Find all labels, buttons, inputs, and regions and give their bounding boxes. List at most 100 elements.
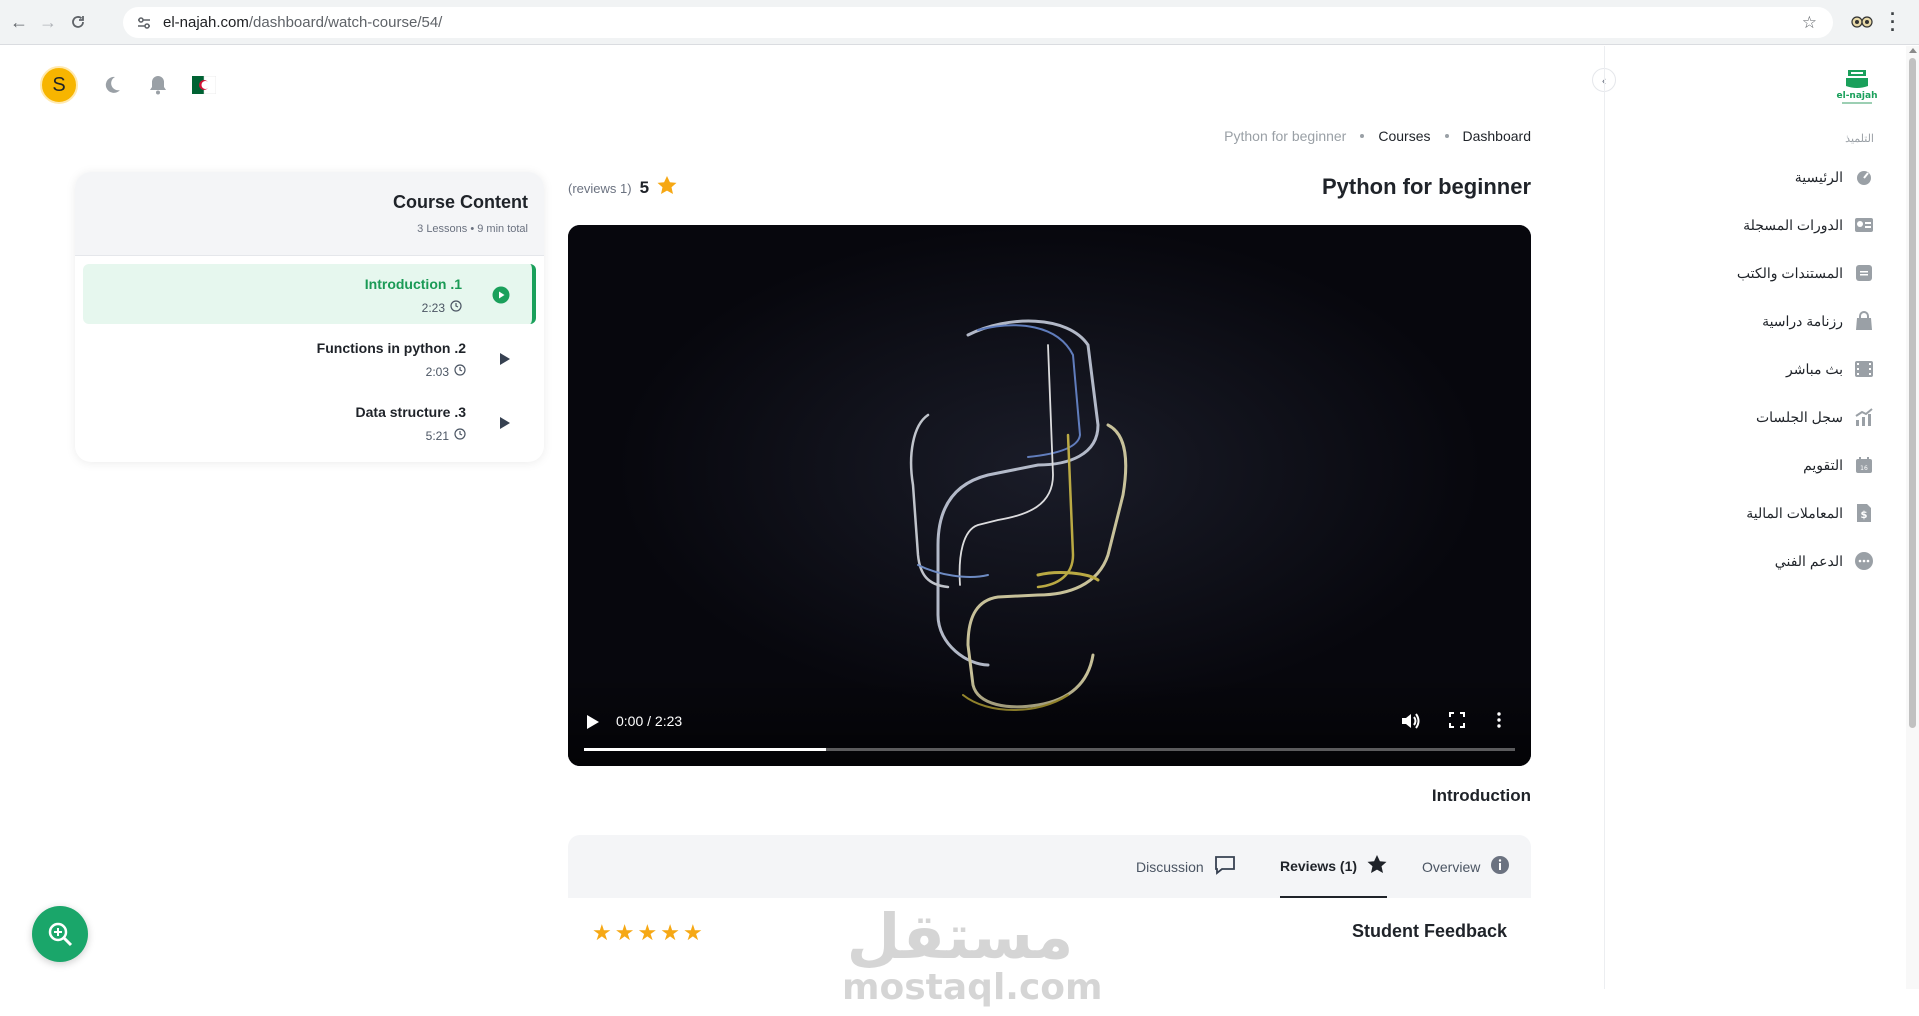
top-utility-bar: S xyxy=(40,66,216,104)
breadcrumb-courses-link[interactable]: Courses xyxy=(1378,128,1430,144)
course-tabs: Discussion Reviews (1) Overview xyxy=(568,835,1531,898)
play-icon[interactable] xyxy=(496,414,514,432)
accessibility-zoom-button[interactable] xyxy=(32,906,88,962)
svg-text:16: 16 xyxy=(1860,465,1868,472)
scroll-up-arrow-icon[interactable] xyxy=(1909,48,1917,53)
duration-text: 2:03 xyxy=(425,364,449,379)
current-lesson-title: Introduction xyxy=(1431,786,1531,805)
extension-icon[interactable] xyxy=(1850,12,1874,32)
sidebar-item-home[interactable]: الرئيسية xyxy=(1795,166,1875,188)
sidebar-item-documents[interactable]: المستندات والكتب xyxy=(1737,262,1875,284)
rating-star-icon xyxy=(657,176,677,200)
info-icon xyxy=(1490,855,1510,878)
video-buffered-fill xyxy=(584,748,827,751)
star-icon: ★ xyxy=(660,920,680,945)
course-header: (reviews 1) 5 Python for beginner xyxy=(568,174,1531,204)
duration-text: 5:21 xyxy=(425,428,449,443)
address-bar[interactable]: el-najah.com/dashboard/watch-course/54/ … xyxy=(123,7,1833,38)
course-content-panel: Course Content 3 Lessons • 9 min total I… xyxy=(75,172,544,462)
document-icon xyxy=(1853,262,1875,284)
algeria-flag-icon[interactable] xyxy=(192,73,216,97)
fullscreen-icon[interactable] xyxy=(1449,712,1465,733)
sidebar-item-transactions[interactable]: المعاملات المالية $ xyxy=(1746,502,1875,524)
reviews-panel: ★ ★ ★ ★ ★ Student Feedback xyxy=(568,898,1531,989)
sidebar-item-label: المستندات والكتب xyxy=(1736,264,1843,281)
play-circle-icon[interactable] xyxy=(492,286,510,304)
chat-icon xyxy=(1853,550,1875,572)
volume-icon[interactable] xyxy=(1401,712,1421,735)
lesson-duration: 5:21 xyxy=(426,428,466,443)
sidebar-item-label: سجل الجلسات xyxy=(1755,408,1843,425)
sidebar-item-label: الدورات المسجلة xyxy=(1743,216,1843,233)
lesson-title: Functions in python .2 xyxy=(316,340,466,356)
bag-icon xyxy=(1853,310,1875,332)
tab-reviews[interactable]: Reviews (1) xyxy=(1280,835,1388,898)
sidebar-item-label: الدعم الفني xyxy=(1774,552,1843,569)
sidebar-item-study-calendar[interactable]: رزنامة دراسية xyxy=(1762,310,1875,332)
breadcrumb: Python for beginner Courses Dashboard xyxy=(1224,128,1531,144)
lesson-item[interactable]: Data structure .3 5:21 xyxy=(83,392,536,452)
certificate-icon xyxy=(1853,214,1875,236)
notification-bell-icon[interactable] xyxy=(146,73,170,97)
rating-value: 5 xyxy=(639,178,650,197)
lesson-duration: 2:23 xyxy=(422,300,462,315)
star-icon: ★ xyxy=(614,920,635,945)
lesson-duration: 2:03 xyxy=(426,364,466,379)
tab-label: Overview xyxy=(1422,858,1481,875)
dark-mode-moon-icon[interactable] xyxy=(100,73,124,97)
el-najah-logo[interactable]: el-najah xyxy=(1832,64,1882,108)
sidebar-item-live-stream[interactable]: بث مباشر xyxy=(1786,358,1875,380)
svg-text:$: $ xyxy=(1861,510,1868,521)
lesson-item[interactable]: Introduction .1 2:23 xyxy=(83,264,536,324)
browser-menu-icon[interactable]: · · · xyxy=(1888,5,1898,39)
bookmark-star-icon[interactable]: ☆ xyxy=(1802,13,1817,33)
lesson-title: Introduction .1 xyxy=(364,276,462,292)
chart-icon xyxy=(1853,406,1875,428)
star-icon: ★ xyxy=(682,920,703,945)
course-title: Python for beginner xyxy=(1322,174,1531,199)
breadcrumb-current: Python for beginner xyxy=(1224,128,1347,144)
sidebar-item-enrolled-courses[interactable]: الدورات المسجلة xyxy=(1743,214,1875,236)
sidebar-item-label: رزنامة دراسية xyxy=(1762,312,1843,329)
video-play-icon[interactable] xyxy=(586,714,600,735)
play-icon[interactable] xyxy=(496,350,514,368)
student-feedback-title: Student Feedback xyxy=(1351,921,1507,941)
url-domain: el-najah.com xyxy=(163,14,249,31)
zoom-plus-icon xyxy=(48,922,73,947)
scrollbar-thumb[interactable] xyxy=(1909,58,1916,728)
dollar-icon: $ xyxy=(1853,502,1875,524)
calendar-icon: 16 xyxy=(1853,454,1875,476)
tab-label: Discussion xyxy=(1136,858,1204,875)
logo-brand-text: el-najah xyxy=(1837,91,1878,101)
course-rating: (reviews 1) 5 xyxy=(568,176,677,200)
sidebar-item-support[interactable]: الدعم الفني xyxy=(1775,550,1875,572)
lesson-item[interactable]: Functions in python .2 2:03 xyxy=(83,328,536,388)
star-icon: ★ xyxy=(592,920,612,945)
sidebar-item-calendar[interactable]: التقويم 16 xyxy=(1803,454,1875,476)
sidebar-item-label: الرئيسية xyxy=(1794,168,1843,185)
star-icon: ★ xyxy=(637,920,658,945)
video-player[interactable]: 0:00 / 2:23 xyxy=(568,225,1531,766)
clock-icon xyxy=(454,364,466,379)
breadcrumb-dashboard-link[interactable]: Dashboard xyxy=(1463,128,1532,144)
reviews-count: (reviews 1) xyxy=(568,180,632,196)
sidebar-item-label: المعاملات المالية xyxy=(1746,504,1843,521)
film-icon xyxy=(1853,358,1875,380)
comment-icon xyxy=(1214,855,1236,878)
page-scrollbar[interactable] xyxy=(1906,46,1919,989)
feedback-stars: ★ ★ ★ ★ ★ xyxy=(592,920,703,946)
video-controls: 0:00 / 2:23 xyxy=(568,696,1531,766)
sidebar-item-label: التقويم xyxy=(1803,456,1843,473)
reload-icon[interactable] xyxy=(67,11,89,33)
tab-overview[interactable]: Overview xyxy=(1422,835,1510,898)
sidebar-item-sessions-log[interactable]: سجل الجلسات xyxy=(1756,406,1875,428)
url-text: el-najah.com/dashboard/watch-course/54/ xyxy=(163,14,442,31)
forward-icon[interactable]: → xyxy=(37,11,59,33)
back-icon[interactable]: ← xyxy=(8,11,30,33)
speedometer-icon xyxy=(1853,166,1875,188)
avatar[interactable]: S xyxy=(40,66,78,104)
video-more-options-icon[interactable] xyxy=(1496,712,1502,733)
site-info-icon[interactable] xyxy=(135,14,153,32)
video-progress-bar[interactable] xyxy=(584,748,1515,751)
tab-discussion[interactable]: Discussion xyxy=(1136,835,1236,898)
